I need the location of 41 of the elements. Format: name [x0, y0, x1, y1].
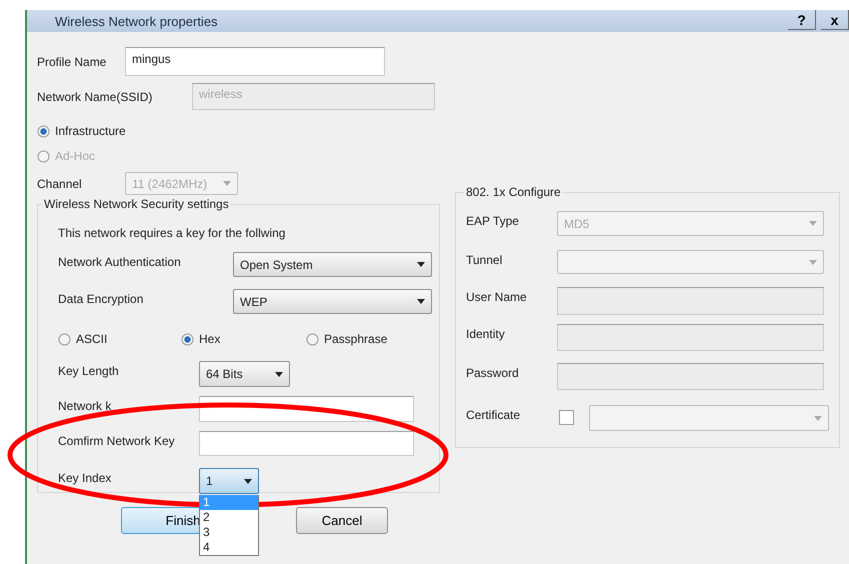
- key-index-dropdown[interactable]: 1: [199, 468, 259, 494]
- field-label: Channel: [37, 176, 83, 190]
- close-button[interactable]: x: [821, 10, 849, 30]
- radio-button[interactable]: Infrastructure: [37, 122, 445, 140]
- field-label: Password: [466, 365, 520, 380]
- radio-button[interactable]: Passphrase: [306, 330, 431, 348]
- caret-icon: [275, 372, 283, 376]
- caret-icon: [223, 181, 231, 186]
- field-label: Profile Name: [37, 54, 108, 68]
- field-label: Network Authentication: [58, 254, 182, 269]
- help-button[interactable]: ?: [788, 10, 816, 30]
- group-title: 802. 1x Configure: [465, 185, 562, 199]
- key-length-dropdown[interactable]: 64 Bits: [199, 361, 290, 387]
- radio-button[interactable]: Hex: [181, 330, 306, 348]
- field-label: Comfirm Network Key: [58, 433, 176, 448]
- radio-button[interactable]: ASCII: [58, 330, 181, 348]
- caret-icon: [809, 221, 817, 226]
- caret-icon: [417, 299, 425, 304]
- authentication-dropdown[interactable]: Open System: [233, 252, 432, 277]
- field-label: Key Length: [58, 363, 120, 378]
- field-label: EAP Type: [466, 213, 520, 228]
- caret-icon: [244, 478, 252, 484]
- profile-name-field[interactable]: mingus: [125, 47, 385, 76]
- window-title: Wireless Network properties: [55, 14, 218, 28]
- field-label: Certificate: [466, 407, 522, 422]
- field-label: Tunnel: [466, 252, 504, 267]
- caret-icon: [809, 260, 817, 264]
- field-label: User Name: [466, 289, 528, 304]
- field-label: Network k: [58, 398, 112, 413]
- confirm-key-field[interactable]: [199, 431, 414, 456]
- cancel-button[interactable]: Cancel: [296, 507, 388, 534]
- caret-icon: [417, 262, 425, 267]
- instruction-text: This network requires a key for the follwing: [58, 226, 286, 240]
- caret-icon: [814, 416, 822, 420]
- field-label: Data Encryption: [58, 291, 144, 306]
- group-title: Wireless Network Security settings: [43, 197, 230, 211]
- field-label: Identity: [466, 326, 506, 341]
- field-label: Key Index: [58, 470, 112, 485]
- field-label: Network Name(SSID): [37, 90, 154, 104]
- dropdown-option[interactable]: 4: [200, 540, 258, 555]
- encryption-dropdown[interactable]: WEP: [233, 289, 432, 314]
